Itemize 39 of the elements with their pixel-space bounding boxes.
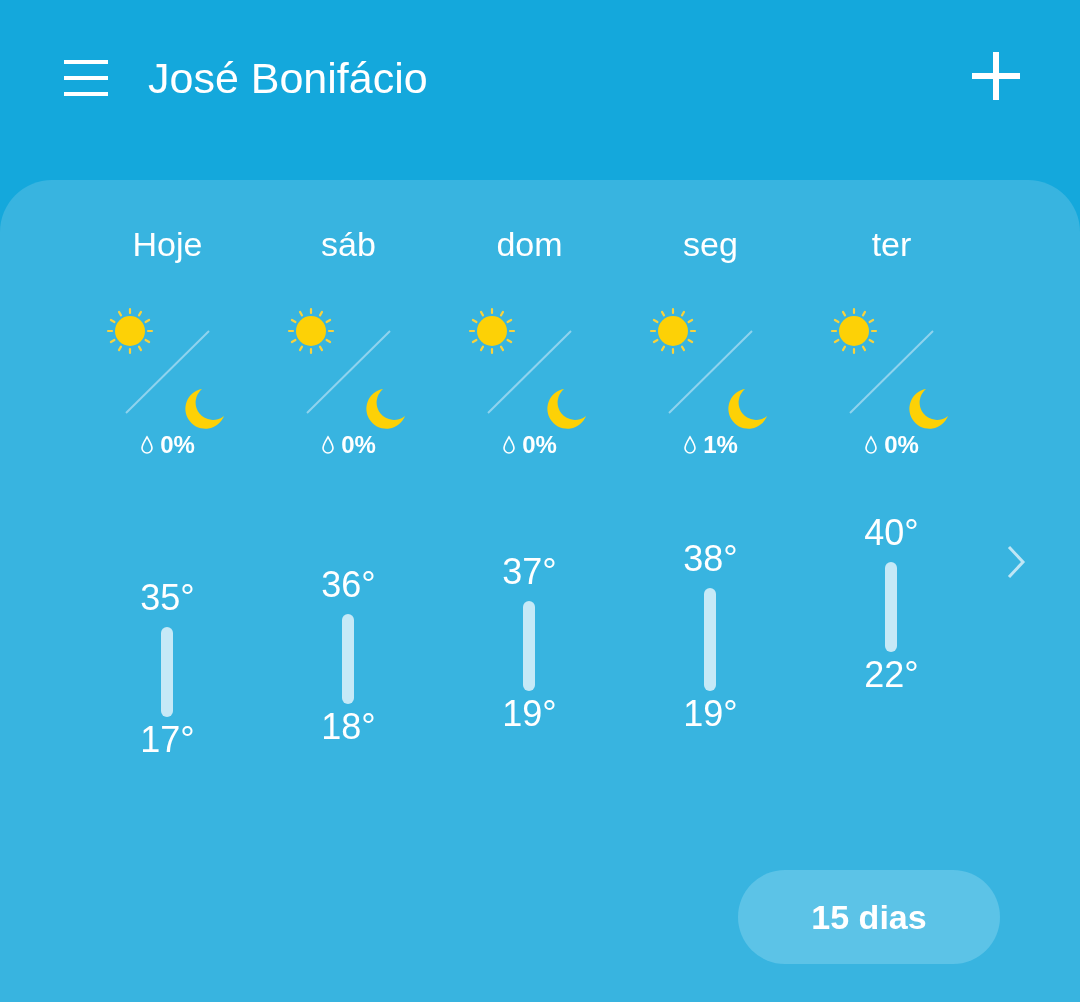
low-temperature: 18° — [321, 706, 376, 748]
precipitation-chance: 0% — [884, 431, 919, 459]
day-label: dom — [496, 224, 563, 265]
high-temperature: 40° — [864, 512, 919, 554]
sun-icon — [287, 307, 334, 355]
high-temperature: 37° — [502, 551, 557, 593]
precipitation-chance: 0% — [522, 431, 557, 459]
day-label: seg — [683, 224, 738, 265]
day-label: Hoje — [132, 224, 203, 265]
sun-icon — [649, 307, 696, 355]
day-label: ter — [871, 224, 912, 265]
moon-icon — [365, 389, 405, 429]
precipitation-chance: 0% — [341, 431, 376, 459]
raindrop-icon — [140, 435, 155, 455]
location-title: José Bonifácio — [148, 53, 429, 103]
high-temperature: 38° — [683, 538, 738, 580]
moon-icon — [184, 389, 224, 429]
high-temperature: 35° — [140, 577, 195, 619]
raindrop-icon — [683, 435, 698, 455]
low-temperature: 17° — [140, 719, 195, 761]
raindrop-icon — [864, 435, 879, 455]
low-temperature: 22° — [864, 654, 919, 696]
moon-icon — [908, 389, 948, 429]
fifteen-day-button[interactable]: 15 dias — [738, 870, 1000, 964]
add-icon[interactable] — [972, 52, 1020, 100]
low-temperature: 19° — [683, 693, 738, 735]
precipitation-chance: 1% — [703, 431, 738, 459]
menu-icon[interactable] — [64, 58, 108, 98]
raindrop-icon — [502, 435, 517, 455]
sun-icon — [106, 307, 153, 355]
day-label: sáb — [321, 224, 376, 265]
sun-icon — [830, 307, 877, 355]
moon-icon — [546, 389, 586, 429]
moon-icon — [727, 389, 767, 429]
low-temperature: 19° — [502, 693, 557, 735]
sun-icon — [468, 307, 515, 355]
precipitation-chance: 0% — [160, 431, 195, 459]
raindrop-icon — [321, 435, 336, 455]
high-temperature: 36° — [321, 564, 376, 606]
